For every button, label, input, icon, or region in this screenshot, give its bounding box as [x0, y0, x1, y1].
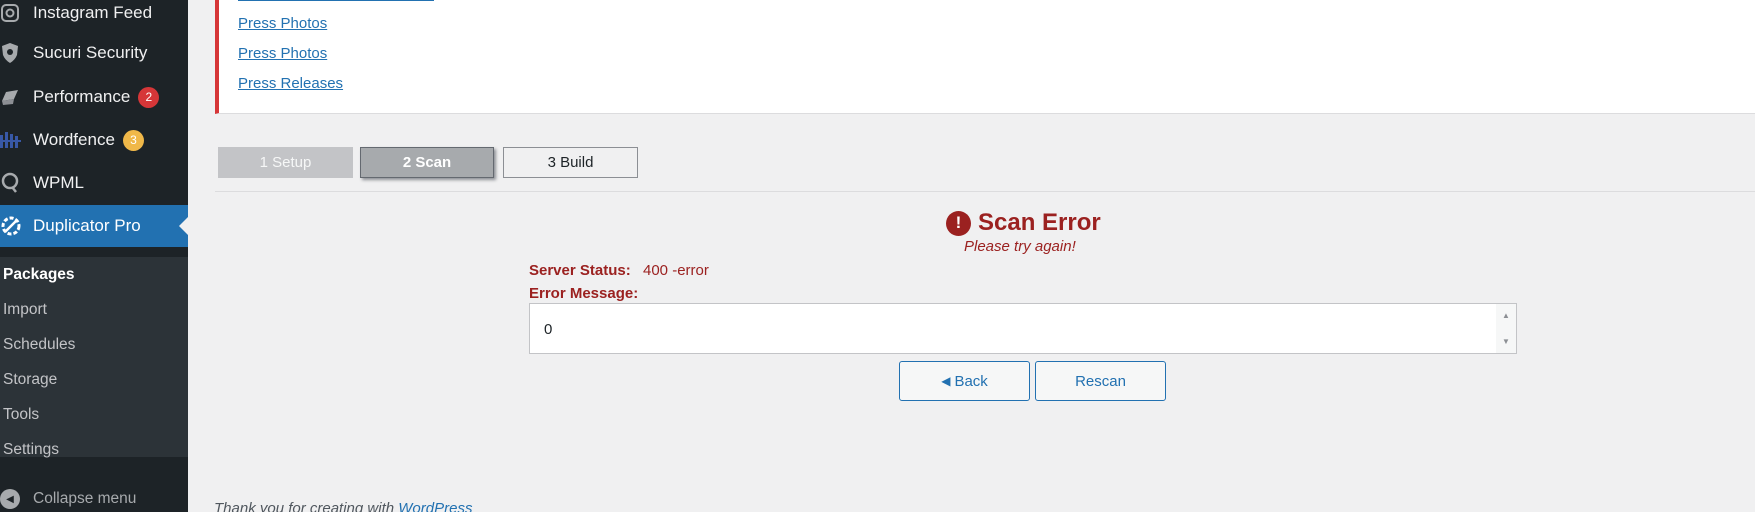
divider: [215, 191, 1755, 192]
shield-icon: [0, 39, 28, 67]
menu-item-wordfence[interactable]: Wordfence 3: [0, 119, 188, 161]
step-setup: 1 Setup: [218, 147, 353, 178]
performance-icon: [0, 83, 28, 111]
menu-label: Sucuri Security: [33, 43, 148, 62]
submenu-item-import[interactable]: Import: [3, 301, 47, 319]
collapse-menu-label: Collapse menu: [33, 490, 137, 507]
menu-label: WPML: [33, 173, 84, 192]
scrollbar[interactable]: ▲ ▼: [1496, 304, 1516, 353]
menu-label: Performance: [33, 87, 131, 106]
duplicator-icon: [0, 212, 28, 240]
menu-item-wpml[interactable]: WPML: [0, 162, 188, 204]
step-scan: 2 Scan: [360, 147, 494, 178]
error-message-box[interactable]: 0 ▲ ▼: [529, 303, 1517, 354]
scan-error-title: ! Scan Error: [946, 209, 1101, 237]
menu-label: Wordfence: [33, 130, 115, 149]
submenu-item-storage[interactable]: Storage: [3, 371, 57, 389]
back-button-label: Back: [954, 372, 988, 390]
menu-item-duplicator-pro[interactable]: Duplicator Pro: [0, 205, 188, 247]
rescan-button[interactable]: Rescan: [1035, 361, 1166, 401]
menu-item-performance[interactable]: Performance 2: [0, 76, 188, 118]
back-arrow-icon: ◀: [941, 374, 951, 388]
link-press-photos[interactable]: Press Photos: [238, 15, 327, 32]
menu-item-instagram-feed[interactable]: Instagram Feed: [0, 0, 188, 34]
duplicator-submenu: Packages Import Schedules Storage Tools …: [0, 257, 188, 459]
submenu-item-packages[interactable]: Packages: [3, 266, 75, 284]
link-press-releases[interactable]: Press Releases: [238, 75, 343, 92]
link-press-photos[interactable]: Press Photos: [238, 45, 327, 62]
truncated-link[interactable]: [238, 0, 434, 1]
update-count-badge: 2: [138, 86, 160, 108]
submenu-item-tools[interactable]: Tools: [3, 406, 39, 424]
step-build: 3 Build: [503, 147, 638, 178]
collapse-menu-button[interactable]: ◀ Collapse menu: [0, 486, 136, 512]
server-status-value: 400 -error: [643, 262, 709, 279]
error-message-value: 0: [544, 321, 553, 338]
submenu-item-settings[interactable]: Settings: [3, 441, 59, 459]
error-subtitle: Please try again!: [964, 238, 1076, 255]
wpml-icon: [0, 169, 28, 197]
server-status-label: Server Status:: [529, 262, 631, 279]
admin-sidebar: Instagram Feed Sucuri Security Performan…: [0, 0, 188, 512]
menu-label: Duplicator Pro: [33, 216, 141, 235]
submenu-item-schedules[interactable]: Schedules: [3, 336, 75, 354]
scroll-up-icon[interactable]: ▲: [1502, 311, 1510, 320]
scroll-down-icon[interactable]: ▼: [1502, 337, 1510, 346]
footer-text: Thank you for creating with: [214, 500, 399, 512]
error-icon: !: [946, 210, 971, 236]
wordpress-link[interactable]: WordPress: [398, 500, 472, 512]
menu-item-sucuri-security[interactable]: Sucuri Security: [0, 32, 188, 74]
collapse-arrow-icon: ◀: [0, 489, 20, 509]
scan-error-title-text: Scan Error: [978, 209, 1101, 236]
back-button[interactable]: ◀ Back: [899, 361, 1030, 401]
instagram-icon: [0, 0, 28, 27]
error-message-label: Error Message:: [529, 285, 639, 302]
links-notice-panel: Press Photos Press Photos Press Releases: [215, 0, 1755, 114]
wordfence-icon: [0, 126, 28, 154]
notification-count-badge: 3: [122, 129, 144, 151]
admin-footer: Thank you for creating with WordPress: [214, 500, 472, 512]
menu-label: Instagram Feed: [33, 3, 153, 22]
